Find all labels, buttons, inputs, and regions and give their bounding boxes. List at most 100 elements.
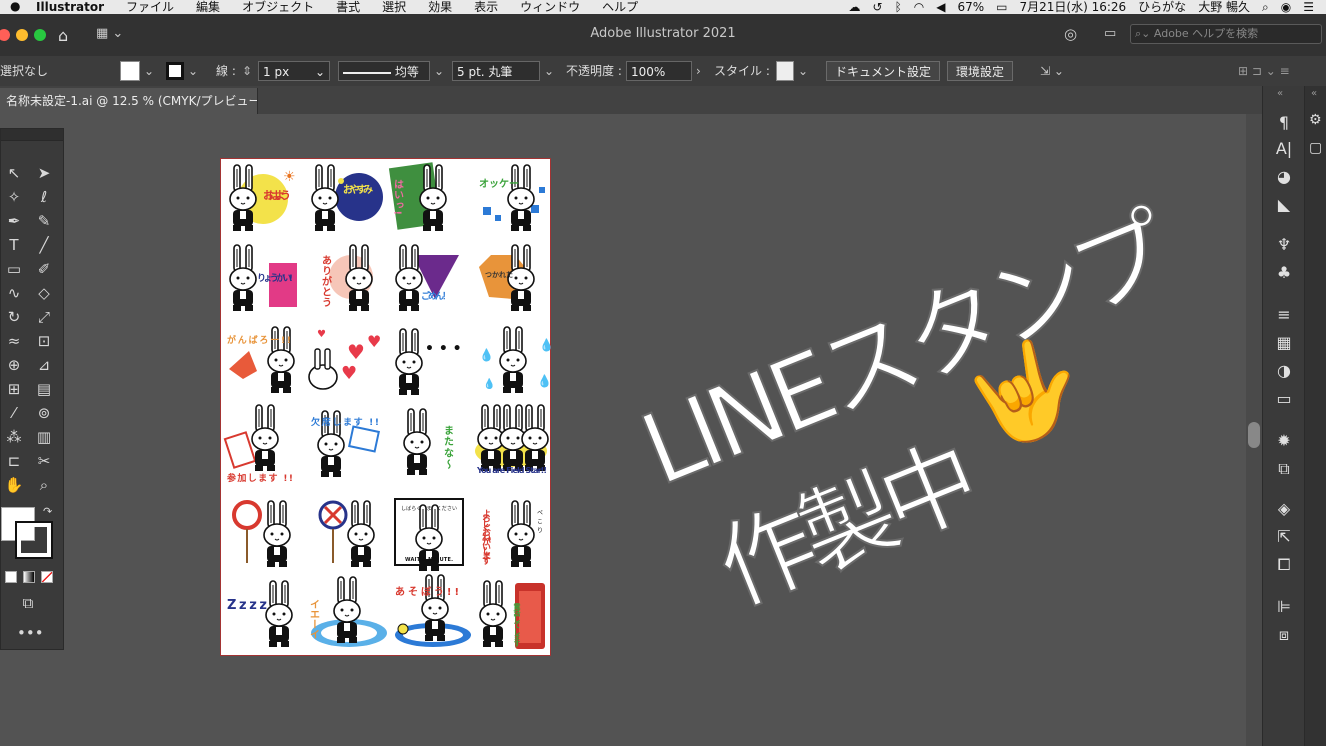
perspective-grid-tool-icon[interactable]: ⊿	[33, 355, 55, 375]
zoom-tool-icon[interactable]: ⌕	[33, 475, 55, 495]
arrange-icon[interactable]: ⇲ ⌄	[1040, 61, 1064, 81]
pen-tool-icon[interactable]: ✒	[3, 211, 25, 231]
gradient-tool-icon[interactable]: ▤	[33, 379, 55, 399]
gradient-panel-icon[interactable]: ▭	[1271, 388, 1297, 410]
opacity-arrow-icon[interactable]: ›	[696, 61, 701, 81]
shape-builder-tool-icon[interactable]: ⊕	[3, 355, 25, 375]
paragraph-icon[interactable]: ¶	[1271, 112, 1297, 134]
creative-cloud-icon[interactable]: ☁	[849, 1, 861, 13]
artboard-tool-icon[interactable]: ⊏	[3, 451, 25, 471]
volume-icon[interactable]: ◀	[936, 1, 945, 13]
gradient-mode-icon[interactable]	[23, 571, 35, 583]
stroke-profile-select[interactable]: 均等	[338, 61, 430, 81]
direct-selection-tool-icon[interactable]: ➤	[33, 163, 55, 183]
siri-icon[interactable]: ◉	[1281, 1, 1291, 13]
paintbrush-tool-icon[interactable]: ✐	[33, 259, 55, 279]
fill-dropdown-icon[interactable]: ⌄	[144, 61, 154, 81]
selection-tool-icon[interactable]: ↖	[3, 163, 25, 183]
menu-help[interactable]: ヘルプ	[602, 1, 638, 13]
clock[interactable]: 7月21日(水) 16:26	[1020, 1, 1127, 13]
profile-dropdown-icon[interactable]: ⌄	[434, 61, 444, 81]
more-tools-icon[interactable]: •••	[17, 623, 44, 643]
menu-file[interactable]: ファイル	[126, 1, 174, 13]
stroke-weight-field[interactable]: 1 px ⌄	[258, 61, 330, 81]
preferences-button[interactable]: 環境設定	[947, 61, 1014, 81]
toolbox-header[interactable]	[1, 129, 63, 141]
swatches-icon[interactable]: ▦	[1271, 332, 1297, 354]
spotlight-icon[interactable]: ⌕	[1262, 1, 1269, 13]
character-icon[interactable]: A|	[1271, 138, 1297, 160]
style-dropdown-icon[interactable]: ⌄	[798, 61, 808, 81]
collapse-secondary-icon[interactable]: «	[1311, 88, 1317, 99]
color-icon[interactable]: ◣	[1271, 194, 1297, 216]
time-machine-icon[interactable]: ↺	[873, 1, 883, 13]
color-guide-icon[interactable]: ◕	[1271, 166, 1297, 188]
menu-app[interactable]: Illustrator	[36, 1, 104, 13]
blend-tool-icon[interactable]: ⊚	[33, 403, 55, 423]
type-tool-icon[interactable]: T	[3, 235, 25, 255]
stroke-dropdown-icon[interactable]: ⌄	[188, 61, 198, 81]
menu-select[interactable]: 選択	[382, 1, 406, 13]
stroke-swatch[interactable]	[166, 62, 184, 80]
brush-select[interactable]: 5 pt. 丸筆	[452, 61, 540, 81]
artboards-icon[interactable]: ⧠	[1271, 554, 1297, 576]
pathfinder-icon[interactable]: ⧈	[1271, 624, 1297, 646]
artboard[interactable]: ☀ おはよう おやすみ はいっ! オッケー りょうかい! ありがとう ごめん！ …	[220, 158, 552, 656]
rectangle-tool-icon[interactable]: ▭	[3, 259, 25, 279]
none-mode-icon[interactable]	[41, 571, 53, 583]
panel-toggle-icon[interactable]: ▭	[1104, 26, 1116, 41]
align-panel-icon[interactable]: ⊫	[1271, 596, 1297, 618]
curvature-tool-icon[interactable]: ✎	[33, 211, 55, 231]
export-icon[interactable]: ⇱	[1271, 526, 1297, 548]
menu-window[interactable]: ウィンドウ	[520, 1, 580, 13]
document-tab[interactable]: 名称未設定-1.ai @ 12.5 % (CMYK/プレビュー)	[0, 88, 258, 114]
graph-tool-icon[interactable]: ▥	[33, 427, 55, 447]
line-tool-icon[interactable]: ╱	[33, 235, 55, 255]
scroll-thumb[interactable]	[1248, 422, 1260, 448]
swap-colors-icon[interactable]: ↷	[43, 505, 52, 518]
stroke-panel-icon[interactable]: ≡	[1271, 304, 1297, 326]
eraser-tool-icon[interactable]: ◇	[33, 283, 55, 303]
stroke-stepper-icon[interactable]: ⇕	[242, 61, 252, 81]
libraries-icon[interactable]: ▢	[1309, 140, 1322, 156]
layers-icon[interactable]: ◈	[1271, 498, 1297, 520]
magic-wand-tool-icon[interactable]: ✧	[3, 187, 25, 207]
hand-tool-icon[interactable]: ✋	[3, 475, 25, 495]
brush-dropdown-icon[interactable]: ⌄	[544, 61, 554, 81]
appearance-icon[interactable]: ◑	[1271, 360, 1297, 382]
free-transform-tool-icon[interactable]: ⊡	[33, 331, 55, 351]
input-mode[interactable]: ひらがな	[1138, 1, 1186, 13]
bluetooth-icon[interactable]: ᛒ	[895, 1, 902, 13]
battery-text[interactable]: 67%	[957, 1, 984, 13]
graphic-styles-icon[interactable]: ✹	[1271, 430, 1297, 452]
user-search-icon[interactable]: ◎	[1064, 25, 1077, 43]
apple-icon[interactable]: ●	[10, 0, 20, 12]
menu-type[interactable]: 書式	[336, 1, 360, 13]
lasso-tool-icon[interactable]: ℓ	[33, 187, 55, 207]
menu-view[interactable]: 表示	[474, 1, 498, 13]
menu-object[interactable]: オブジェクト	[242, 1, 314, 13]
menu-edit[interactable]: 編集	[196, 1, 220, 13]
color-mode-icon[interactable]	[5, 571, 17, 583]
help-search-input[interactable]: ⌕⌄ Adobe ヘルプを検索	[1130, 24, 1322, 44]
shaper-tool-icon[interactable]: ∿	[3, 283, 25, 303]
stroke-color-swatch[interactable]	[15, 521, 53, 559]
document-setup-button[interactable]: ドキュメント設定	[826, 61, 941, 81]
wifi-icon[interactable]: ◠	[914, 1, 924, 13]
eyedropper-tool-icon[interactable]: ⁄	[3, 403, 25, 423]
slice-tool-icon[interactable]: ✂	[33, 451, 55, 471]
symbol-sprayer-tool-icon[interactable]: ⁂	[3, 427, 25, 447]
control-center-icon[interactable]: ☰	[1303, 1, 1314, 13]
align-icons[interactable]: ⊞ ⊐ ⌄ ≡	[1238, 61, 1290, 81]
transform-panel-icon[interactable]: ⧉	[1271, 458, 1297, 480]
scale-tool-icon[interactable]: ⤢	[33, 307, 55, 327]
rotate-tool-icon[interactable]: ↻	[3, 307, 25, 327]
symbols-icon[interactable]: ♣	[1271, 262, 1297, 284]
menu-effect[interactable]: 効果	[428, 1, 452, 13]
battery-icon[interactable]: ▭	[996, 1, 1007, 13]
vertical-scrollbar[interactable]	[1246, 114, 1262, 746]
canvas[interactable]	[0, 114, 1246, 746]
opacity-field[interactable]: 100%	[626, 61, 692, 81]
warp-tool-icon[interactable]: ≈	[3, 331, 25, 351]
style-swatch[interactable]	[776, 61, 794, 81]
